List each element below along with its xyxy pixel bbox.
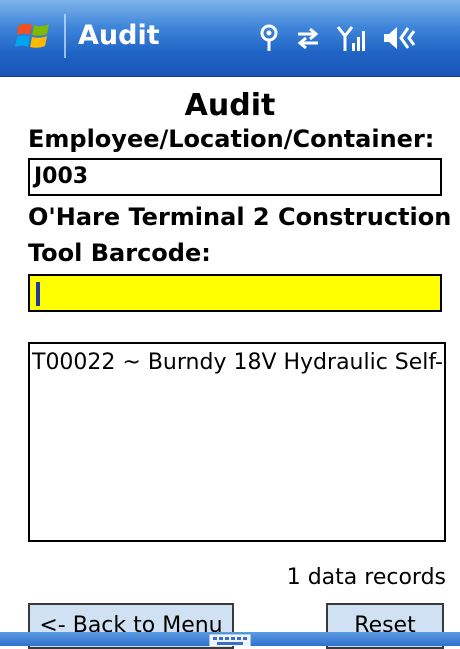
tool-barcode-label: Tool Barcode: bbox=[28, 239, 211, 267]
text-caret bbox=[36, 282, 40, 306]
location-name: O'Hare Terminal 2 Construction bbox=[28, 203, 452, 231]
windows-start-icon[interactable] bbox=[14, 16, 54, 56]
volume-icon[interactable] bbox=[382, 24, 416, 52]
list-item[interactable]: T00022 ~ Burndy 18V Hydraulic Self-Conta… bbox=[32, 348, 444, 378]
status-icons bbox=[258, 16, 416, 60]
connectivity-icon[interactable] bbox=[258, 23, 280, 53]
sync-icon[interactable] bbox=[294, 26, 322, 50]
record-count: 1 data records bbox=[286, 565, 446, 590]
employee-field[interactable]: J003 bbox=[28, 158, 442, 196]
app-title: Audit bbox=[78, 20, 160, 51]
records-listbox[interactable]: T00022 ~ Burndy 18V Hydraulic Self-Conta… bbox=[28, 342, 446, 542]
title-bar: Audit bbox=[0, 0, 460, 77]
tool-barcode-field[interactable] bbox=[28, 274, 442, 312]
title-separator bbox=[64, 14, 66, 58]
keyboard-icon[interactable] bbox=[209, 634, 251, 646]
page-title: Audit bbox=[184, 88, 276, 123]
employee-field-value: J003 bbox=[34, 164, 89, 189]
signal-icon[interactable] bbox=[336, 23, 368, 53]
employee-label: Employee/Location/Container: bbox=[28, 125, 435, 153]
